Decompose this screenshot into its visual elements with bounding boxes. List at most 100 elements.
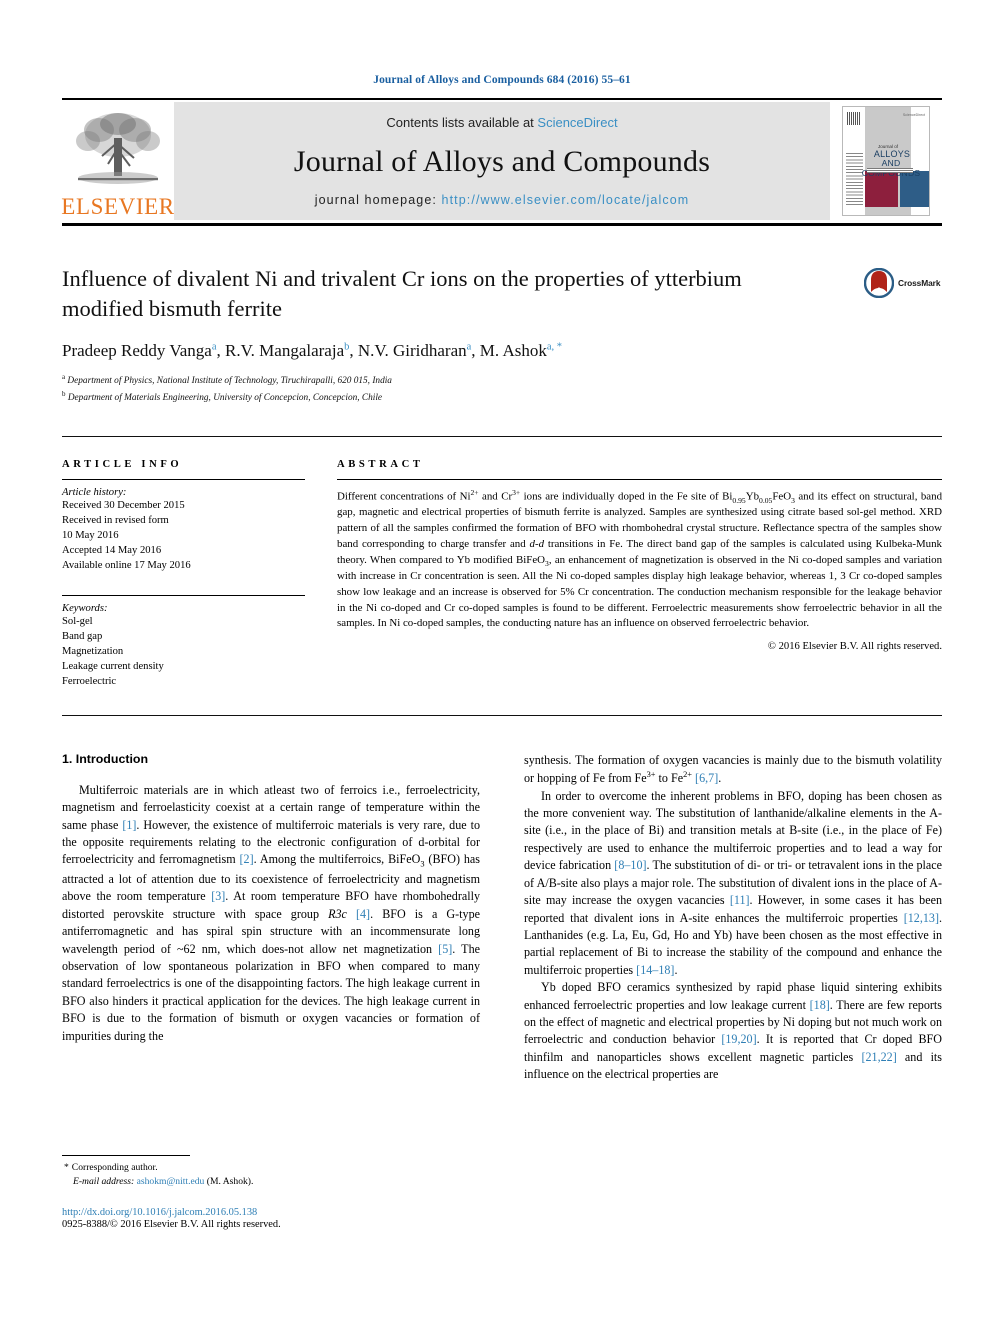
body-column-right: synthesis. The formation of oxygen vacan… [524, 752, 942, 1230]
elsevier-tree-icon [76, 113, 160, 184]
cover-barcode-icon [847, 112, 861, 125]
corresponding-author-note: * Corresponding author. [62, 1161, 480, 1175]
section-heading-introduction: 1. Introduction [62, 751, 149, 766]
citation-link[interactable]: [11] [730, 893, 750, 907]
keyword-item: Sol-gel [62, 615, 93, 627]
cover-corner-note: ScienceDirect [902, 113, 925, 117]
body-columns: 1. Introduction Multiferroic materials a… [62, 752, 942, 1230]
elsevier-logo: ELSEVIER [61, 102, 175, 220]
citation-link[interactable]: [14–18] [636, 963, 674, 977]
author-name: M. Ashok [479, 341, 547, 361]
keywords-rule [62, 594, 305, 596]
paper-sheet: Journal of Alloys and Compounds 684 (201… [61, 0, 942, 1323]
author-affiliation-mark: a [466, 341, 472, 353]
citation-link[interactable]: [1] [122, 818, 136, 832]
footnote-rule [62, 1155, 190, 1157]
citation-link[interactable]: [18] [810, 998, 830, 1012]
keyword-item: Ferroelectric [62, 675, 117, 687]
abstract-rule [337, 478, 942, 480]
running-head: Journal of Alloys and Compounds 684 (201… [373, 74, 631, 86]
article-info-rule [62, 478, 305, 480]
keyword-item: Leakage current density [62, 660, 164, 672]
homepage-prefix: journal homepage: [314, 193, 442, 207]
header-rule [62, 98, 942, 100]
article-history-item: Received 30 December 2015 [62, 499, 185, 511]
page-title: Influence of divalent Ni and trivalent C… [62, 266, 742, 321]
email-link[interactable]: ashokm@nitt.edu [137, 1176, 205, 1187]
asterisk-icon: * [64, 1162, 69, 1174]
journal-homepage-link[interactable]: http://www.elsevier.com/locate/jalcom [442, 193, 690, 207]
article-info-column: ARTICLE INFO Article history: Received 3… [62, 459, 305, 689]
citation-link[interactable]: [4] [356, 907, 370, 921]
intro-paragraph-right-2: In order to overcome the inherent proble… [524, 788, 943, 977]
author-affiliation-mark: a, * [546, 341, 563, 353]
journal-title: Journal of Alloys and Compounds [293, 144, 711, 178]
keyword-item: Magnetization [62, 645, 124, 657]
keywords-label: Keywords: [62, 602, 108, 614]
journal-cover-thumbnail: ScienceDirect Journal of ALLOYS AND COMP… [830, 102, 942, 220]
corresponding-author-text: Corresponding author. [71, 1162, 158, 1174]
abstract-heading: ABSTRACT [337, 458, 424, 470]
banner-center: Contents lists available at ScienceDirec… [174, 102, 830, 220]
affiliation-text: Department of Physics, National Institut… [65, 376, 392, 387]
article-history-item: Available online 17 May 2016 [62, 559, 191, 571]
author-affiliation-mark: b [344, 341, 350, 353]
citation-link[interactable]: [2] [240, 852, 254, 866]
footnote-zone: * Corresponding author. E-mail address: a… [62, 1155, 480, 1230]
email-label: E-mail address: [73, 1176, 135, 1188]
keywords-list: Sol-gel Band gap Magnetization Leakage curr… [62, 614, 305, 689]
journal-banner: ELSEVIER Contents lists available at Sci… [61, 102, 942, 220]
citation-link[interactable]: [21,22] [861, 1050, 896, 1064]
citation-link[interactable]: [12,13] [904, 911, 939, 925]
keywords-block: Keywords: Sol-gel Band gap Magnetization Le… [62, 594, 305, 689]
elsevier-wordmark: ELSEVIER [61, 194, 175, 219]
contents-prefix: Contents lists available at [386, 115, 538, 130]
article-history-list: Received 30 December 2015 Received in rev… [62, 498, 305, 573]
affiliation-list: a Department of Physics, National Instit… [62, 372, 942, 405]
author-name: Pradeep Reddy Vanga [62, 341, 212, 361]
crossmark-icon [864, 268, 894, 298]
affiliation-line: a Department of Physics, National Instit… [62, 372, 942, 389]
article-info-heading: ARTICLE INFO [62, 458, 183, 470]
article-history-item: 10 May 2016 [62, 529, 119, 541]
email-note: E-mail address: ashokm@nitt.edu (M. Asho… [62, 1175, 480, 1189]
author-list: Pradeep Reddy Vangaa, R.V. Mangalarajab,… [62, 341, 563, 361]
abstract-copyright: © 2016 Elsevier B.V. All rights reserved… [767, 641, 942, 653]
contents-available-line: Contents lists available at ScienceDirec… [174, 115, 830, 130]
title-bottom-rule [62, 435, 942, 437]
body-column-left: 1. Introduction Multiferroic materials a… [62, 752, 480, 1230]
citation-link[interactable]: [5] [438, 942, 452, 956]
sciencedirect-link[interactable]: ScienceDirect [537, 115, 617, 130]
author-name: N.V. Giridharan [357, 341, 467, 361]
abstract-column: ABSTRACT Different concentrations of Ni2… [337, 459, 942, 689]
crossmark-badge[interactable]: CrossMark [864, 266, 942, 300]
abstract-bottom-rule [62, 714, 942, 716]
citation-link[interactable]: [3] [211, 889, 225, 903]
doi-link[interactable]: http://dx.doi.org/10.1016/j.jalcom.2016.… [62, 1207, 480, 1218]
intro-paragraph-right-3: Yb doped BFO ceramics synthesized by rap… [524, 980, 942, 1082]
paper-page: Journal of Alloys and Compounds 684 (201… [0, 0, 992, 1323]
article-history-label: Article history: [62, 486, 127, 498]
citation-link[interactable]: [6,7] [695, 771, 718, 785]
intro-paragraph-left: Multiferroic materials are in which atle… [62, 782, 481, 1043]
article-history-item: Received in revised form [62, 514, 169, 526]
info-abstract-region: ARTICLE INFO Article history: Received 3… [62, 459, 942, 689]
body-column-gap [480, 752, 524, 1230]
intro-paragraph-right-1: synthesis. The formation of oxygen vacan… [524, 752, 942, 786]
author-name: R.V. Mangalaraja [224, 341, 345, 361]
keyword-item: Band gap [62, 630, 103, 642]
author-affiliation-mark: a [211, 341, 217, 353]
title-block: CrossMark Influence of divalent Ni and t… [62, 264, 942, 406]
article-history-item: Accepted 14 May 2016 [62, 544, 162, 556]
affiliation-text: Department of Materials Engineering, Uni… [65, 393, 383, 404]
issn-copyright-line: 0925-8388/© 2016 Elsevier B.V. All right… [62, 1218, 281, 1230]
email-owner: (M. Ashok). [206, 1176, 254, 1188]
citation-link[interactable]: [19,20] [721, 1032, 756, 1046]
cover-image: ScienceDirect Journal of ALLOYS AND COMP… [842, 106, 930, 216]
journal-homepage-line: journal homepage: http://www.elsevier.co… [174, 193, 830, 207]
column-gap [305, 459, 337, 689]
doi-zone: http://dx.doi.org/10.1016/j.jalcom.2016.… [62, 1207, 480, 1230]
citation-link[interactable]: [8–10] [614, 858, 646, 872]
banner-bottom-rule [62, 223, 942, 226]
cover-subtitle-lines [867, 168, 913, 173]
